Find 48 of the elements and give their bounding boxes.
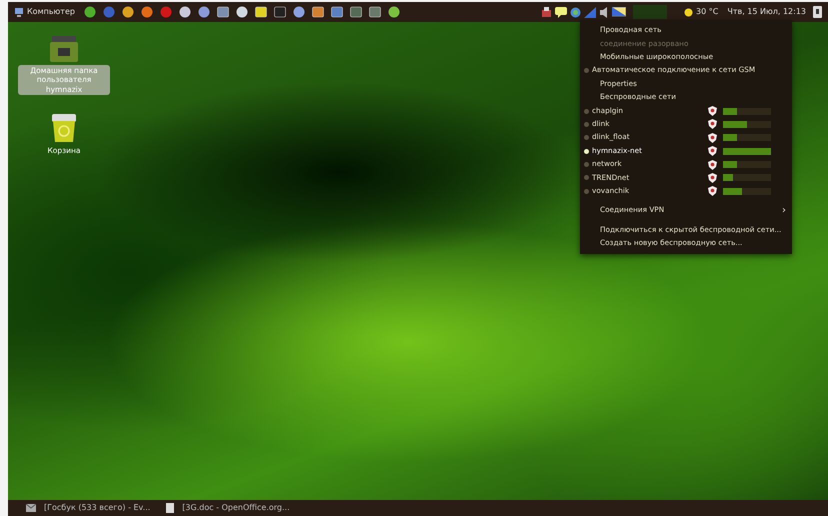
shield-icon xyxy=(708,132,717,143)
shield-icon xyxy=(708,160,717,170)
chat-icon[interactable] xyxy=(555,6,568,18)
square-launcher-icon[interactable] xyxy=(312,6,324,18)
trash-icon[interactable] xyxy=(50,114,78,142)
square-launcher-icon[interactable] xyxy=(350,6,362,18)
radio-dot[interactable] xyxy=(584,135,589,140)
radio-dot[interactable] xyxy=(584,188,589,194)
weather-text[interactable]: 30 °C xyxy=(696,6,718,18)
round-launcher-icon[interactable] xyxy=(84,6,96,18)
panel-applet xyxy=(633,5,668,19)
round-launcher-icon[interactable] xyxy=(140,6,153,18)
envelope-icon xyxy=(26,504,36,512)
radio-dot[interactable] xyxy=(584,162,589,168)
square-launcher-icon[interactable] xyxy=(254,6,267,18)
round-launcher-icon[interactable] xyxy=(122,6,134,18)
submenu-arrow: › xyxy=(782,204,786,218)
radio-dot[interactable] xyxy=(584,148,589,154)
shield-icon xyxy=(708,146,717,156)
shield-icon xyxy=(708,106,717,116)
taskbar-button[interactable]: [3G.doc - OpenOffice.org... xyxy=(166,502,290,514)
sun-icon xyxy=(684,8,694,16)
speaker-icon[interactable] xyxy=(599,6,610,18)
clock-text[interactable]: Чтв, 15 Июл, 12:13 xyxy=(727,6,806,18)
computer-icon[interactable] xyxy=(14,7,24,17)
power-icon[interactable] xyxy=(813,6,822,18)
radio-dot[interactable] xyxy=(584,122,589,127)
shield-icon xyxy=(708,172,717,183)
shield-icon xyxy=(708,119,717,130)
monitor-icon[interactable] xyxy=(612,6,626,18)
radio-dot[interactable] xyxy=(584,68,589,74)
round-launcher-icon[interactable] xyxy=(236,6,248,18)
round-launcher-icon[interactable] xyxy=(388,6,400,18)
menu-label[interactable]: Компьютер xyxy=(27,6,75,18)
taskbar-button[interactable]: [Госбук (533 всего) - Ev... xyxy=(26,502,150,514)
shield-icon xyxy=(708,186,717,196)
round-launcher-icon[interactable] xyxy=(292,6,305,18)
round-launcher-icon[interactable] xyxy=(198,6,210,18)
radio-dot[interactable] xyxy=(584,108,589,114)
square-launcher-icon[interactable] xyxy=(330,6,343,18)
square-launcher-icon[interactable] xyxy=(368,6,381,18)
signal-icon[interactable] xyxy=(584,6,596,18)
square-launcher-icon[interactable] xyxy=(216,6,229,18)
home-folder-icon[interactable] xyxy=(50,36,78,62)
document-icon xyxy=(166,503,174,513)
square-launcher-icon[interactable] xyxy=(274,6,286,18)
radio-dot[interactable] xyxy=(584,175,589,180)
round-launcher-icon[interactable] xyxy=(178,6,191,18)
